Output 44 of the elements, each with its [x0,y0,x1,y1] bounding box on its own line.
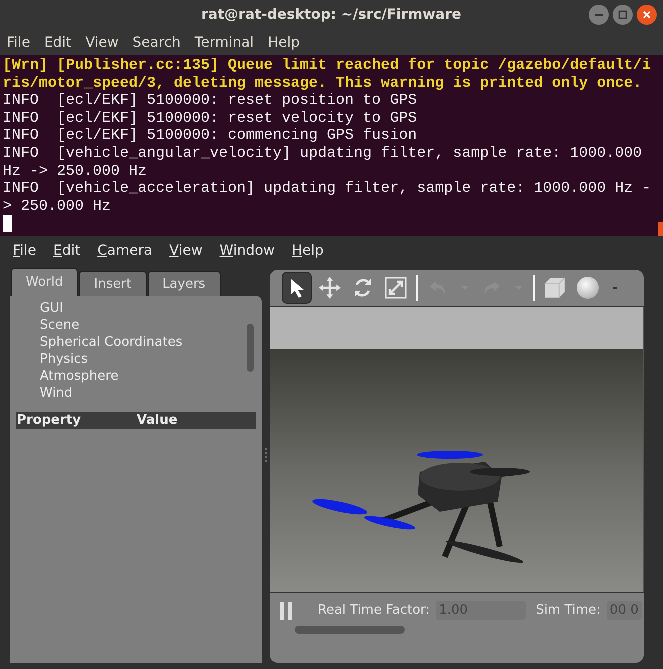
menu-item[interactable]: Camera [98,243,153,259]
window-title: rat@rat-desktop: ~/src/Firmware [202,7,462,23]
terminal-line: INFO [ecl/EKF] 5100000: reset velocity to GPS [2,110,418,128]
rotate-arrows-icon [353,278,373,298]
terminal-line: INFO [ecl/EKF] 5100000: commencing GPS fusion [2,127,418,145]
menu-item[interactable]: Terminal [194,34,254,50]
text-cursor [3,215,12,232]
four-way-arrow-icon [319,277,341,299]
tab[interactable]: Layers [148,271,221,296]
pause-button[interactable] [280,602,294,620]
menu-item[interactable]: Search [132,34,181,50]
terminal-line: ris/motor_speed/3, deleting message. This warning is printed only once. [2,74,644,92]
sphere-icon [576,276,600,300]
close-button[interactable] [637,5,657,25]
scrollbar[interactable] [295,626,405,634]
scrollbar[interactable] [247,324,254,372]
menu-item[interactable]: Edit [53,243,81,259]
terminal-line: Hz -> 250.000 Hz [2,162,148,180]
terminal-line: INFO [vehicle_angular_velocity] updating filter, sample rate: 1000.000 [2,144,644,163]
menu-item[interactable]: View [86,34,119,50]
scale-arrows-icon [385,277,407,299]
pointer-tool-button[interactable] [282,272,312,304]
terminal-line: > 250.000 Hz [2,198,112,216]
terminal-line: [Wrn] [Publisher.cc:135] Queue limit reached for topic /gazebo/default/i [2,57,652,75]
menu-item[interactable]: Help [268,34,300,50]
menu-item[interactable]: Edit [44,34,72,50]
column-header: Value [137,413,178,428]
menu-item[interactable]: Window [220,243,275,259]
menu-item[interactable]: View [170,243,203,259]
terminal-line: INFO [vehicle_acceleration] updating filter, sample rate: 1000.000 Hz - [2,180,652,198]
scrollbar[interactable] [658,222,663,236]
real-time-factor-label: Real Time Factor: [318,603,430,618]
column-header: Property [16,413,82,428]
menu-item[interactable]: File [7,34,30,50]
menu-item[interactable]: File [13,243,36,259]
minimize-button[interactable] [589,5,609,25]
menu-item[interactable]: Help [292,243,324,259]
sim-time-label: Sim Time: [536,603,601,618]
tab[interactable]: Insert [79,271,147,296]
close-icon [642,10,652,20]
cube-icon [544,277,566,299]
pause-icon [280,602,294,620]
maximize-icon [618,10,628,20]
terminal-line: INFO [ecl/EKF] 5100000: reset position to GPS [2,92,418,110]
